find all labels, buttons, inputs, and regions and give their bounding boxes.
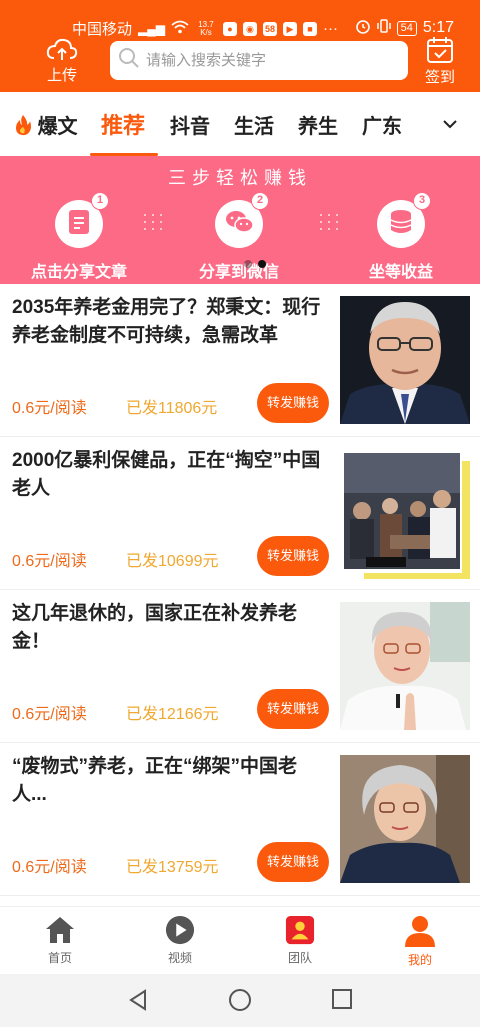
earn-steps-banner[interactable]: 三步轻松赚钱 1 点击分享文章 2 分享到微信 3 坐等收益 bbox=[0, 156, 480, 284]
alarm-icon bbox=[355, 18, 371, 38]
chevron-down-icon[interactable] bbox=[440, 114, 460, 139]
checkin-button[interactable]: 签到 bbox=[420, 36, 460, 87]
step-label: 坐等收益 bbox=[368, 264, 433, 281]
share-earn-button[interactable]: 转发赚钱 bbox=[257, 383, 329, 423]
article-thumbnail[interactable] bbox=[340, 296, 470, 424]
article-price: 0.6元/阅读 bbox=[12, 400, 87, 417]
tab-life[interactable]: 生活 bbox=[234, 110, 274, 139]
play-icon bbox=[150, 915, 210, 945]
search-icon bbox=[118, 47, 140, 74]
step-separator bbox=[144, 212, 168, 232]
article-price: 0.6元/阅读 bbox=[12, 706, 87, 723]
step-number: 3 bbox=[413, 192, 431, 210]
article-card[interactable]: 2000亿暴利保健品，正在“掏空”中国老人 0.6元/阅读 已发10699元 转… bbox=[0, 437, 480, 590]
step-2: 2 分享到微信 bbox=[179, 192, 299, 282]
nav-video[interactable]: 视频 bbox=[150, 915, 210, 966]
back-icon[interactable] bbox=[127, 988, 149, 1017]
step-number: 1 bbox=[91, 192, 109, 210]
wechat-icon bbox=[224, 209, 254, 240]
article-paid-total: 已发10699元 bbox=[126, 553, 219, 570]
signal-icon: ▂▄▆ bbox=[138, 21, 165, 36]
app-header: 中国移动 ▂▄▆ 13.7 K/s ● ◉ 58 ▶ ■ ··· 54 5:17… bbox=[0, 0, 480, 92]
document-icon bbox=[66, 208, 92, 241]
article-price: 0.6元/阅读 bbox=[12, 553, 87, 570]
wechat-notify-icon: ◉ bbox=[242, 21, 257, 36]
banner-title: 三步轻松赚钱 bbox=[168, 168, 312, 188]
step-label: 分享到微信 bbox=[198, 264, 279, 281]
article-card[interactable]: 2035年养老金用完了？郑秉文：现行养老金制度不可持续，急需改革 0.6元/阅读… bbox=[0, 284, 480, 437]
carrier-label: 中国移动 bbox=[72, 21, 133, 38]
net-speed: 13.7 K/s bbox=[195, 20, 217, 37]
carousel-dot bbox=[244, 260, 252, 268]
step-3: 3 坐等收益 bbox=[341, 192, 461, 282]
team-icon bbox=[270, 915, 330, 945]
search-input[interactable] bbox=[146, 52, 386, 69]
tab-recommend[interactable]: 推荐 bbox=[101, 108, 145, 140]
nav-team[interactable]: 团队 bbox=[270, 915, 330, 966]
checkin-label: 签到 bbox=[424, 69, 455, 86]
recent-apps-icon[interactable] bbox=[331, 988, 353, 1015]
article-thumbnail[interactable] bbox=[340, 755, 470, 883]
video-notify-icon: ▶ bbox=[282, 21, 297, 36]
nav-label: 我的 bbox=[407, 953, 432, 967]
status-bar: 中国移动 ▂▄▆ 13.7 K/s ● ◉ 58 ▶ ■ ··· 54 5:17 bbox=[0, 14, 480, 40]
home-circle-icon[interactable] bbox=[228, 988, 252, 1017]
share-earn-button[interactable]: 转发赚钱 bbox=[257, 689, 329, 729]
article-title[interactable]: 2035年养老金用完了？郑秉文：现行养老金制度不可持续，急需改革 bbox=[12, 294, 330, 350]
coins-icon bbox=[388, 208, 414, 241]
net-speed-unit: K/s bbox=[200, 27, 212, 37]
tab-label: 爆文 bbox=[37, 116, 78, 138]
article-title[interactable]: 2000亿暴利保健品，正在“掏空”中国老人 bbox=[12, 447, 330, 503]
system-nav-bar bbox=[0, 974, 480, 1027]
news-notify-icon: ■ bbox=[302, 21, 317, 36]
tab-hot[interactable]: 爆文 bbox=[14, 110, 78, 139]
user-icon bbox=[390, 915, 450, 947]
article-price: 0.6元/阅读 bbox=[12, 859, 87, 876]
cloud-upload-icon bbox=[42, 38, 82, 62]
nav-label: 团队 bbox=[287, 951, 312, 965]
calendar-check-icon bbox=[420, 36, 460, 64]
article-paid-total: 已发11806元 bbox=[126, 400, 218, 417]
step-label: 点击分享文章 bbox=[30, 264, 127, 281]
step-1: 1 点击分享文章 bbox=[19, 192, 139, 282]
article-title[interactable]: “废物式”养老，正在“绑架”中国老人... bbox=[12, 753, 330, 809]
wifi-icon bbox=[171, 20, 189, 38]
article-card[interactable]: 这几年退休的，国家正在补发养老金！ 0.6元/阅读 已发12166元 转发赚钱 bbox=[0, 590, 480, 743]
nav-label: 视频 bbox=[167, 951, 192, 965]
share-earn-button[interactable]: 转发赚钱 bbox=[257, 536, 329, 576]
bottom-nav: 首页 视频 团队 我的 bbox=[0, 906, 480, 974]
carousel-dot-active bbox=[258, 260, 266, 268]
vibrate-icon bbox=[376, 18, 391, 38]
home-icon bbox=[30, 915, 90, 945]
clock: 5:17 bbox=[422, 19, 454, 36]
app-notify-icon: ● bbox=[222, 21, 237, 36]
article-paid-total: 已发12166元 bbox=[126, 706, 219, 723]
fire-icon bbox=[14, 115, 38, 138]
tab-guangdong[interactable]: 广东 bbox=[362, 110, 402, 139]
tab-douyin[interactable]: 抖音 bbox=[170, 110, 210, 139]
upload-button[interactable]: 上传 bbox=[42, 38, 82, 85]
category-tabs: 爆文 推荐 抖音 生活 养生 广东 bbox=[0, 92, 480, 156]
nav-label: 首页 bbox=[47, 951, 72, 965]
article-paid-total: 已发13759元 bbox=[126, 859, 219, 876]
share-earn-button[interactable]: 转发赚钱 bbox=[257, 842, 329, 882]
tab-health[interactable]: 养生 bbox=[298, 110, 338, 139]
battery-icon: 54 bbox=[396, 20, 417, 36]
article-thumbnail[interactable] bbox=[340, 602, 470, 730]
upload-label: 上传 bbox=[46, 67, 77, 84]
nav-mine[interactable]: 我的 bbox=[390, 915, 450, 968]
58-notify-icon: 58 bbox=[262, 21, 277, 36]
step-number: 2 bbox=[251, 192, 269, 210]
article-card[interactable]: “废物式”养老，正在“绑架”中国老人... 0.6元/阅读 已发13759元 转… bbox=[0, 743, 480, 896]
article-thumbnail[interactable] bbox=[340, 451, 470, 579]
nav-home[interactable]: 首页 bbox=[30, 915, 90, 966]
search-bar[interactable] bbox=[110, 41, 408, 80]
article-title[interactable]: 这几年退休的，国家正在补发养老金！ bbox=[12, 600, 330, 656]
more-notify-icon: ··· bbox=[322, 20, 338, 37]
